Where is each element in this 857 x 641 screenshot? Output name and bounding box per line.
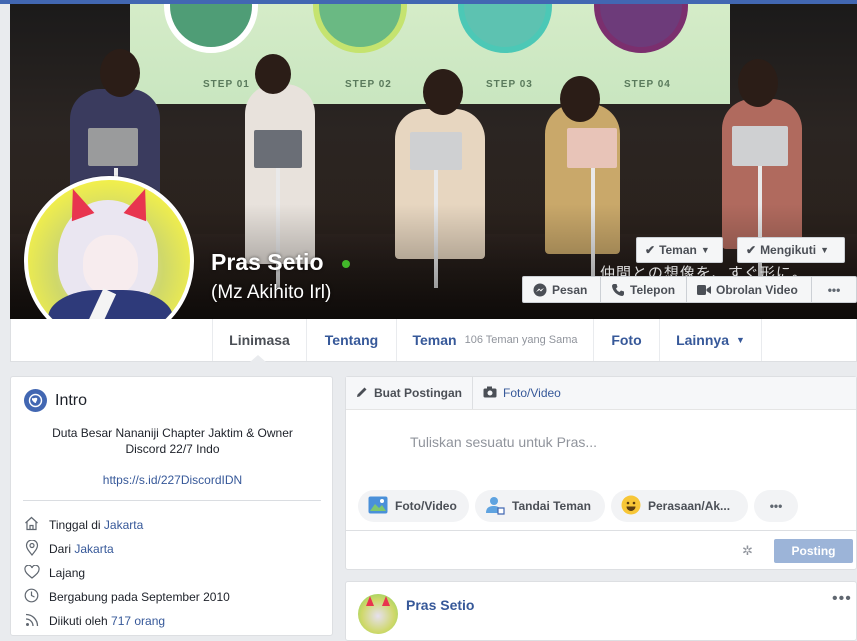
online-status-dot xyxy=(342,260,350,268)
intro-card: Intro Duta Besar Nananiji Chapter Jaktim… xyxy=(10,376,333,636)
create-post-label: Buat Postingan xyxy=(374,386,463,400)
message-button[interactable]: Pesan xyxy=(523,277,601,302)
more-icon: ••• xyxy=(827,282,841,297)
info-row-lives-in: Tinggal di Jakarta xyxy=(23,516,143,534)
following-button[interactable]: ✔ Mengikuti ▼ xyxy=(737,237,845,263)
tag-person-icon xyxy=(485,495,505,518)
tab-more[interactable]: Lainnya ▼ xyxy=(659,319,762,361)
photo-video-tab[interactable]: Foto/Video xyxy=(472,377,571,409)
house-icon xyxy=(23,516,40,534)
tab-friends[interactable]: Teman 106 Teman yang Sama xyxy=(396,319,593,361)
divider xyxy=(346,530,856,531)
heart-icon xyxy=(23,564,40,582)
post-composer: Buat Postingan Foto/Video Tuliskan sesua… xyxy=(345,376,857,570)
photo-video-button[interactable]: Foto/Video xyxy=(358,490,469,522)
location-pin-icon xyxy=(23,538,40,559)
rss-icon xyxy=(23,613,40,630)
post-author-avatar[interactable] xyxy=(358,594,398,634)
friends-button[interactable]: ✔ Teman ▼ xyxy=(636,237,723,263)
caret-down-icon: ▼ xyxy=(735,335,745,345)
message-action-bar: Pesan Telepon Obrolan Video ••• xyxy=(522,276,857,303)
feeling-activity-button[interactable]: Perasaan/Ak... xyxy=(611,490,748,522)
globe-icon xyxy=(24,389,47,412)
pill-label: Tandai Teman xyxy=(512,499,591,513)
call-button-label: Telepon xyxy=(630,282,676,297)
caret-down-icon: ▼ xyxy=(820,245,829,255)
divider xyxy=(23,500,321,501)
smiley-icon xyxy=(621,495,641,518)
intro-website-link[interactable]: https://s.id/227DiscordIDN xyxy=(31,473,314,487)
intro-bio: Duta Besar Nananiji Chapter Jaktim & Own… xyxy=(52,426,293,456)
composer-header: Buat Postingan Foto/Video xyxy=(346,377,856,410)
tab-label: Lainnya xyxy=(676,332,729,348)
info-link[interactable]: Jakarta xyxy=(104,518,143,532)
clock-icon xyxy=(23,588,40,606)
tab-about[interactable]: Tentang xyxy=(306,319,396,361)
intro-title: Intro xyxy=(55,392,88,409)
gear-icon[interactable]: ✲ xyxy=(742,543,753,559)
info-label: Dari xyxy=(49,542,75,556)
post-button[interactable]: Posting xyxy=(774,539,853,563)
profile-name[interactable]: Pras Setio xyxy=(211,249,324,276)
create-post-tab[interactable]: Buat Postingan xyxy=(346,377,472,409)
profile-alternate-name: (Mz Akihito Irl) xyxy=(211,282,332,303)
tab-label: Linimasa xyxy=(229,332,290,348)
info-label: Lajang xyxy=(49,566,86,580)
check-icon: ✔ xyxy=(645,243,656,257)
check-icon: ✔ xyxy=(746,243,757,257)
message-button-label: Pesan xyxy=(552,282,588,297)
info-link[interactable]: 717 orang xyxy=(111,614,165,628)
pill-label: Foto/Video xyxy=(395,499,457,513)
photo-video-tab-label: Foto/Video xyxy=(503,386,561,400)
pencil-icon xyxy=(356,386,368,401)
camera-icon xyxy=(483,386,497,401)
post-author-name[interactable]: Pras Setio xyxy=(406,597,474,613)
more-icon: ••• xyxy=(769,499,783,513)
pill-label: Perasaan/Ak... xyxy=(648,499,731,513)
cover-step-label: STEP 02 xyxy=(345,79,392,90)
tag-friends-button[interactable]: Tandai Teman xyxy=(475,490,605,522)
video-chat-button-label: Obrolan Video xyxy=(716,282,798,297)
info-label: Bergabung pada September 2010 xyxy=(49,590,230,604)
caret-down-icon: ▼ xyxy=(700,245,710,255)
info-row-joined: Bergabung pada September 2010 xyxy=(23,588,230,606)
cover-step-label: STEP 01 xyxy=(203,79,250,90)
cover-step-label: STEP 04 xyxy=(624,79,671,90)
video-camera-icon xyxy=(697,284,711,295)
info-row-followers: Diikuti oleh 717 orang xyxy=(23,612,165,630)
friends-button-label: Teman xyxy=(659,243,697,257)
phone-icon xyxy=(612,283,624,296)
messenger-icon xyxy=(533,283,547,296)
call-button[interactable]: Telepon xyxy=(601,277,687,302)
info-label: Tinggal di xyxy=(49,518,104,532)
photo-icon xyxy=(368,496,388,517)
active-tab-indicator xyxy=(250,355,266,362)
tab-photos[interactable]: Foto xyxy=(593,319,659,361)
tab-label: Teman xyxy=(412,332,457,348)
cover-step-label: STEP 03 xyxy=(486,79,533,90)
info-row-from: Dari Jakarta xyxy=(23,538,114,559)
video-chat-button[interactable]: Obrolan Video xyxy=(687,277,812,302)
mutual-friends-count: 106 Teman yang Sama xyxy=(464,334,578,346)
post-options-icon[interactable]: ••• xyxy=(832,590,852,608)
tab-label: Foto xyxy=(611,332,642,348)
info-link[interactable]: Jakarta xyxy=(74,542,113,556)
info-row-relationship: Lajang xyxy=(23,564,85,582)
following-button-label: Mengikuti xyxy=(760,243,817,257)
profile-nav-tabs: Linimasa Tentang Teman 106 Teman yang Sa… xyxy=(10,319,857,362)
more-options-button[interactable]: ••• xyxy=(754,490,798,522)
info-label: Diikuti oleh xyxy=(49,614,112,628)
composer-input[interactable]: Tuliskan sesuatu untuk Pras... xyxy=(410,434,597,450)
feed-post: Pras Setio ••• xyxy=(345,581,857,641)
more-actions-button[interactable]: ••• xyxy=(812,277,856,302)
tab-label: Tentang xyxy=(324,332,379,348)
